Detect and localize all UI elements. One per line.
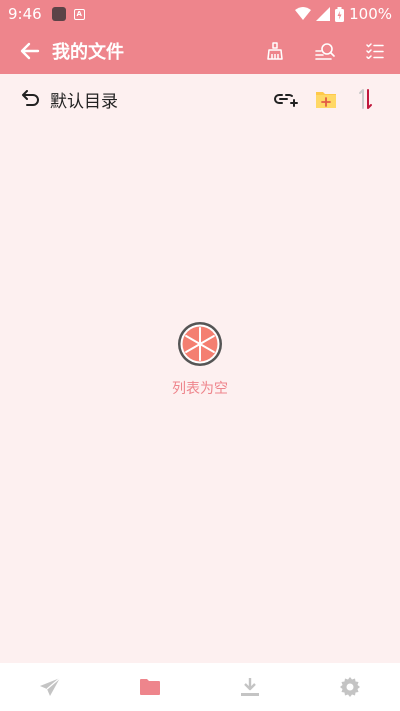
tab-files[interactable] xyxy=(100,663,200,711)
tab-settings[interactable] xyxy=(300,663,400,711)
signal-icon xyxy=(316,7,331,21)
path-bar: 默认目录 xyxy=(0,74,400,124)
page-title: 我的文件 xyxy=(52,42,124,63)
empty-state: 列表为空 xyxy=(0,320,400,398)
sort-button[interactable] xyxy=(346,79,386,119)
path-actions xyxy=(266,79,386,119)
checklist-icon xyxy=(366,43,384,59)
grapefruit-icon xyxy=(178,322,222,366)
status-bar: 9:46 A 100% xyxy=(0,0,400,28)
search-list-icon xyxy=(315,43,335,60)
current-directory: 默认目录 xyxy=(50,91,118,112)
battery-percent: 100% xyxy=(349,5,392,23)
broom-icon xyxy=(267,42,283,60)
arrow-left-icon xyxy=(20,42,40,60)
link-button[interactable] xyxy=(266,79,306,119)
settings-icon xyxy=(340,677,360,697)
back-button[interactable] xyxy=(10,28,50,74)
notification-a-letter: A xyxy=(76,10,82,18)
parent-dir-button[interactable] xyxy=(20,88,42,110)
notification-a-icon: A xyxy=(73,8,85,20)
status-time: 9:46 xyxy=(8,5,42,23)
wifi-icon xyxy=(295,7,312,20)
app-bar-actions xyxy=(250,28,400,74)
download-icon xyxy=(241,678,259,696)
folder-icon xyxy=(140,679,160,695)
clean-button[interactable] xyxy=(250,28,300,74)
send-icon xyxy=(40,677,61,696)
empty-message: 列表为空 xyxy=(172,381,228,397)
tab-send[interactable] xyxy=(0,663,100,711)
new-folder-button[interactable] xyxy=(306,79,346,119)
app-bar: 我的文件 xyxy=(0,28,400,74)
tab-downloads[interactable] xyxy=(200,663,300,711)
checklist-button[interactable] xyxy=(350,28,400,74)
sort-icon xyxy=(359,89,372,109)
battery-icon xyxy=(335,6,345,22)
undo-arrow-icon xyxy=(22,90,39,106)
link-add-icon xyxy=(274,93,298,107)
search-button[interactable] xyxy=(300,28,350,74)
status-right-group: 100% xyxy=(295,5,392,23)
notification-app-icon xyxy=(51,7,66,21)
bottom-nav xyxy=(0,663,400,711)
new-folder-icon xyxy=(316,92,336,108)
